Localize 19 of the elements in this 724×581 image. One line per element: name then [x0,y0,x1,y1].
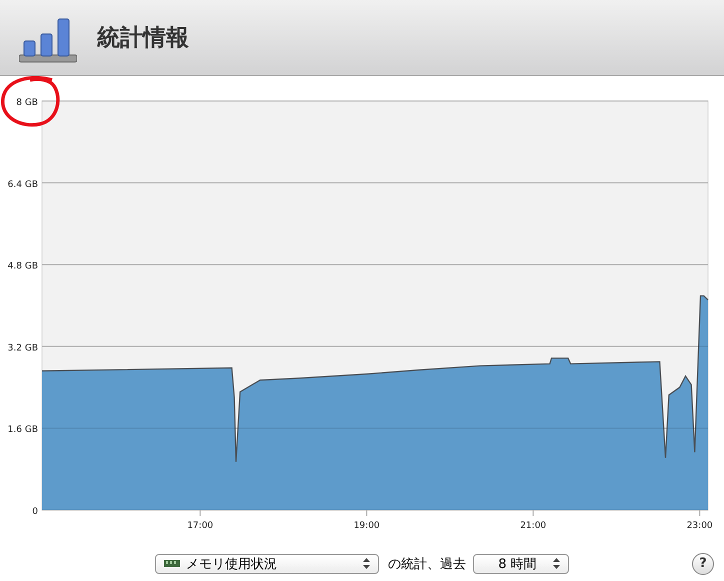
y-axis-label: 0 [32,507,38,517]
y-axis-label: 8 GB [16,98,38,108]
y-axis-label: 1.6 GB [8,425,38,436]
x-axis-label: 17:00 [187,521,214,530]
y-axis-label: 4.8 GB [8,262,38,272]
y-axis-label: 6.4 GB [8,180,38,190]
stats-label: の統計、過去 [388,556,466,572]
y-axis-label: 3.2 GB [8,343,38,354]
window-title: 統計情報 [97,24,189,53]
memory-chip-icon [164,560,180,568]
x-axis-label: 19:00 [354,521,380,530]
stepper-icon [363,558,370,569]
metric-dropdown[interactable]: メモリ使用状況 [155,554,379,574]
period-dropdown[interactable]: 8 時間 [473,554,569,574]
x-axis-label: 23:00 [686,521,713,530]
help-button[interactable]: ? [692,552,714,574]
bar-chart-icon [19,16,77,62]
stepper-icon [553,558,560,569]
x-axis-label: 21:00 [520,521,546,530]
